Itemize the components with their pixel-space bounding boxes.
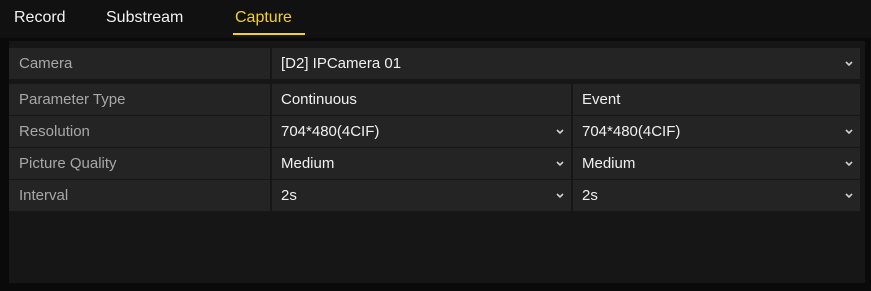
resolution-continuous-select[interactable]: 704*480(4CIF) [272, 116, 571, 147]
camera-select-value: [D2] IPCamera 01 [281, 55, 402, 72]
continuous-header: Continuous [272, 84, 571, 115]
resolution-row: Resolution 704*480(4CIF) 704*480(4CIF) [9, 116, 860, 147]
interval-continuous-select[interactable]: 2s [272, 180, 571, 211]
tab-substream[interactable]: Substream [106, 9, 183, 27]
chevron-down-icon [555, 158, 565, 168]
active-tab-indicator [233, 33, 305, 35]
camera-row: Camera [D2] IPCamera 01 [9, 48, 860, 79]
picture-quality-event-value: Medium [582, 155, 636, 172]
interval-event-value: 2s [582, 187, 598, 204]
picture-quality-continuous-value: Medium [281, 155, 335, 172]
tab-bar: Record Substream Capture [0, 0, 871, 38]
interval-event-select[interactable]: 2s [573, 180, 860, 211]
chevron-down-icon [555, 190, 565, 200]
interval-continuous-value: 2s [281, 187, 297, 204]
parameter-type-label: Parameter Type [9, 84, 270, 115]
parameter-type-row: Parameter Type Continuous Event [9, 84, 860, 115]
camera-label: Camera [9, 48, 270, 79]
resolution-continuous-value: 704*480(4CIF) [281, 123, 380, 140]
resolution-event-select[interactable]: 704*480(4CIF) [573, 116, 860, 147]
camera-select[interactable]: [D2] IPCamera 01 [272, 48, 860, 79]
picture-quality-row: Picture Quality Medium Medium [9, 148, 860, 179]
picture-quality-event-select[interactable]: Medium [573, 148, 860, 179]
chevron-down-icon [844, 58, 854, 68]
capture-settings-panel: Record Substream Capture Camera [D2] IPC… [0, 0, 871, 291]
chevron-down-icon [844, 158, 854, 168]
event-header: Event [573, 84, 860, 115]
picture-quality-continuous-select[interactable]: Medium [272, 148, 571, 179]
chevron-down-icon [844, 190, 854, 200]
resolution-event-value: 704*480(4CIF) [582, 123, 681, 140]
chevron-down-icon [555, 126, 565, 136]
picture-quality-label: Picture Quality [9, 148, 270, 179]
interval-row: Interval 2s 2s [9, 180, 860, 211]
resolution-label: Resolution [9, 116, 270, 147]
tab-record[interactable]: Record [14, 9, 66, 27]
chevron-down-icon [844, 126, 854, 136]
interval-label: Interval [9, 180, 270, 211]
tab-capture[interactable]: Capture [235, 9, 292, 27]
